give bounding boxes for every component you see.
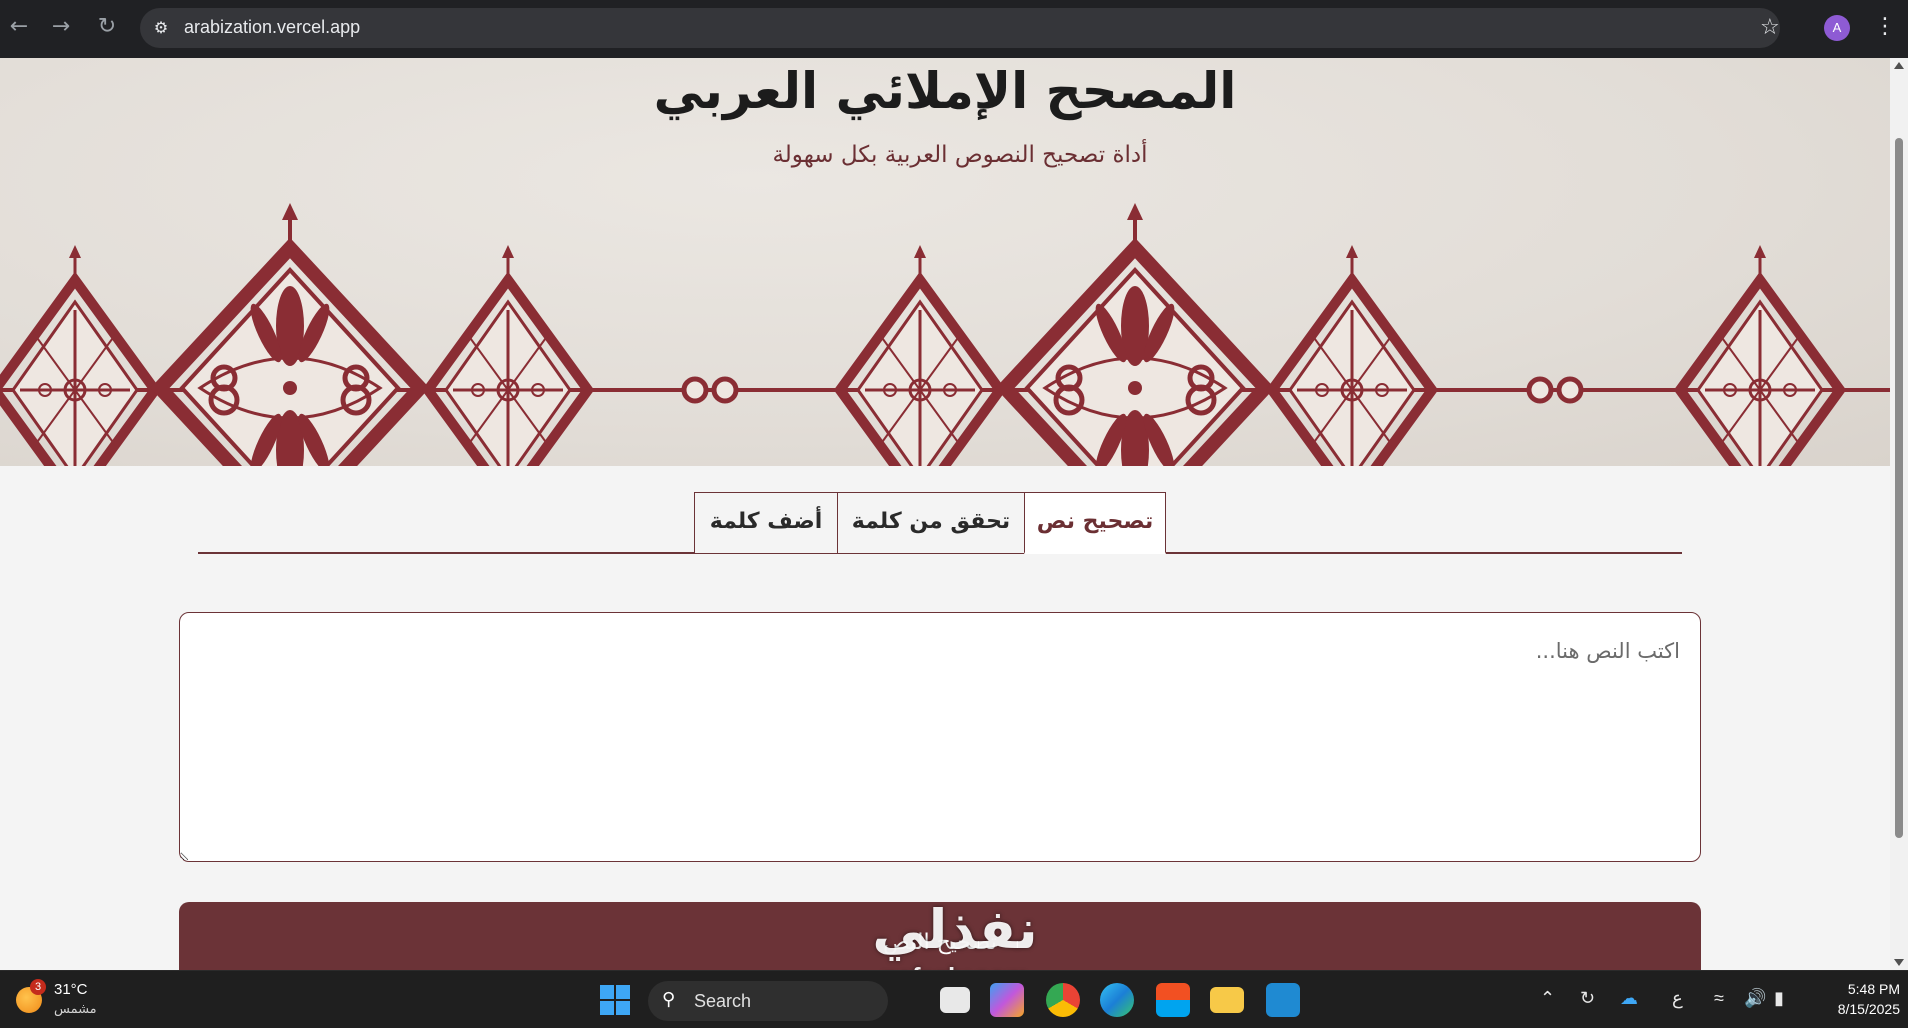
browser-menu-icon[interactable]: ⋮ xyxy=(1874,12,1896,42)
tab-add-word[interactable]: أضف كلمة xyxy=(694,492,838,554)
text-input[interactable] xyxy=(179,612,1701,862)
edge-icon[interactable] xyxy=(1100,983,1134,1017)
weather-condition[interactable]: مشمس xyxy=(54,1002,97,1017)
scroll-up-arrow-icon[interactable] xyxy=(1894,62,1904,69)
chrome-icon[interactable] xyxy=(1046,983,1080,1017)
onedrive-icon[interactable]: ☁ xyxy=(1620,988,1638,1009)
language-indicator[interactable]: ع xyxy=(1672,988,1683,1009)
vscode-icon[interactable] xyxy=(1266,983,1300,1017)
url-text[interactable]: arabization.vercel.app xyxy=(184,17,360,38)
search-icon: ⚲ xyxy=(662,989,676,1010)
forward-icon[interactable]: → xyxy=(46,12,76,42)
copilot-icon[interactable] xyxy=(990,983,1024,1017)
task-view-icon[interactable] xyxy=(940,987,970,1013)
page-title: المصحح الإملائي العربي xyxy=(653,62,1237,120)
tray-overflow-icon[interactable]: ⌃ xyxy=(1540,988,1555,1009)
address-bar[interactable]: ⚙ arabization.vercel.app xyxy=(140,8,1780,48)
sync-icon[interactable]: ↻ xyxy=(1580,988,1595,1009)
tab-correct-text[interactable]: تصحيح نص xyxy=(1024,492,1166,554)
tab-check-word[interactable]: تحقق من كلمة xyxy=(837,492,1025,554)
embroidery-ornament xyxy=(0,188,1890,466)
store-icon[interactable] xyxy=(1156,983,1190,1017)
wifi-icon[interactable]: ≈ xyxy=(1714,988,1724,1009)
page-subtitle: أداة تصحيح النصوص العربية بكل سهولة xyxy=(772,142,1148,168)
taskbar-search[interactable]: ⚲ Search xyxy=(648,981,888,1021)
weather-badge: 3 xyxy=(30,979,46,995)
file-explorer-icon[interactable] xyxy=(1210,987,1244,1013)
battery-icon[interactable]: ▮ xyxy=(1774,988,1784,1009)
profile-avatar[interactable]: A xyxy=(1824,15,1850,41)
clock-date: 8/15/2025 xyxy=(1837,1001,1900,1017)
reload-icon[interactable]: ↻ xyxy=(92,12,122,42)
web-page: المصحح الإملائي العربي أداة تصحيح النصوص… xyxy=(0,58,1890,970)
hero-banner: المصحح الإملائي العربي أداة تصحيح النصوص… xyxy=(0,58,1890,466)
windows-taskbar: 3 31°C مشمس ⚲ Search ⌃ ↻ ☁ ع ≈ 🔊 ▮ 5:48 … xyxy=(0,970,1908,1028)
scroll-down-arrow-icon[interactable] xyxy=(1894,959,1904,966)
site-settings-icon[interactable]: ⚙ xyxy=(150,17,172,39)
volume-icon[interactable]: 🔊 xyxy=(1744,988,1766,1009)
bookmark-star-icon[interactable]: ☆ xyxy=(1760,14,1780,42)
browser-toolbar: ← → ↻ ⚙ arabization.vercel.app ☆ A ⋮ xyxy=(0,0,1908,58)
page-scrollbar[interactable] xyxy=(1890,58,1908,970)
back-icon[interactable]: ← xyxy=(4,12,34,42)
clock-time: 5:48 PM xyxy=(1847,981,1900,997)
scroll-thumb[interactable] xyxy=(1895,138,1903,838)
watermark-arabic: نفذلي xyxy=(872,898,1038,961)
weather-temperature[interactable]: 31°C xyxy=(54,981,88,998)
search-label: Search xyxy=(694,991,752,1011)
windows-start-icon[interactable] xyxy=(600,985,630,1015)
system-clock[interactable]: 5:48 PM 8/15/2025 xyxy=(1808,979,1900,1019)
